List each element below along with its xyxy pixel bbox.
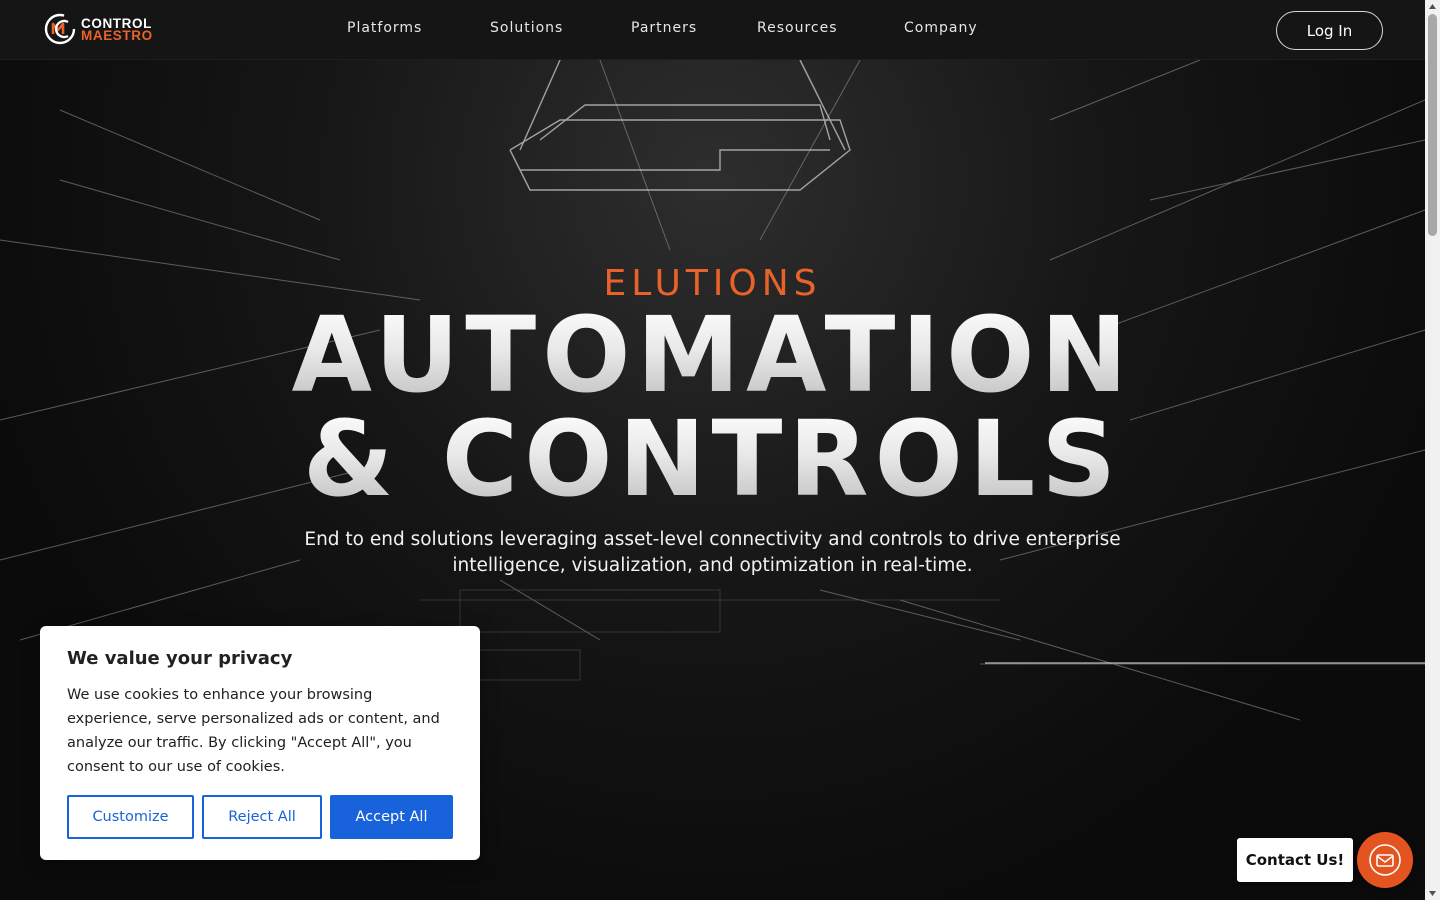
nav-platforms[interactable]: Platforms: [347, 20, 422, 36]
accept-all-button[interactable]: Accept All: [330, 795, 453, 839]
nav-solutions[interactable]: Solutions: [490, 20, 563, 36]
cookie-consent-banner: We value your privacy We use cookies to …: [40, 626, 480, 860]
hero-subtitle: End to end solutions leveraging asset-le…: [304, 529, 1121, 576]
cookie-title: We value your privacy: [67, 648, 293, 669]
hero-headline-line1: AUTOMATION: [0, 300, 1425, 410]
scroll-down-arrow-icon[interactable]: [1425, 886, 1440, 900]
hero-headline-line2: & CONTROLS: [0, 404, 1425, 514]
customize-button[interactable]: Customize: [67, 795, 194, 839]
scroll-up-arrow-icon[interactable]: [1425, 0, 1440, 14]
nav-company[interactable]: Company: [904, 20, 978, 36]
contact-button[interactable]: [1357, 832, 1413, 888]
reject-all-button[interactable]: Reject All: [202, 795, 322, 839]
logo-text-maestro: MAESTRO: [81, 28, 153, 43]
contact-us-label[interactable]: Contact Us!: [1237, 838, 1353, 882]
site-header: CONTROL MAESTRO Platforms Solutions Part…: [0, 0, 1425, 60]
nav-partners[interactable]: Partners: [631, 20, 697, 36]
control-maestro-logo-icon: [44, 13, 76, 45]
page: CONTROL MAESTRO Platforms Solutions Part…: [0, 0, 1440, 900]
scrollbar-thumb[interactable]: [1428, 14, 1437, 236]
logo[interactable]: CONTROL MAESTRO: [44, 12, 154, 48]
cookie-description: We use cookies to enhance your browsing …: [67, 687, 440, 775]
mail-icon: [1369, 844, 1401, 876]
page-scrollbar[interactable]: [1425, 0, 1440, 900]
nav-resources[interactable]: Resources: [757, 20, 838, 36]
login-button[interactable]: Log In: [1276, 11, 1383, 50]
